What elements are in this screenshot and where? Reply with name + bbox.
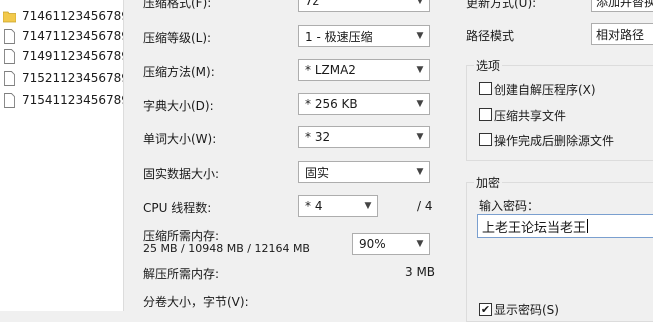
chevron-down-icon: ▼ — [416, 31, 424, 41]
file-list-item[interactable]: 71461123456789 — [3, 6, 124, 26]
text-caret — [587, 219, 589, 233]
word-size-label: 单词大小(W): — [143, 132, 217, 146]
encryption-title: 加密 — [474, 174, 503, 191]
chevron-down-icon: ▼ — [416, 99, 424, 109]
chevron-down-icon: ▼ — [416, 0, 424, 6]
file-name: 71541123456789 — [22, 93, 124, 107]
archive-format-label: 压缩格式(F): — [143, 0, 212, 10]
file-list-item[interactable]: 71491123456789 — [3, 46, 124, 66]
password-input[interactable]: 上老王论坛当老王 — [477, 214, 653, 238]
archive-format-select[interactable]: 7z ▼ — [298, 0, 430, 12]
sfx-label: 创建自解压程序(X) — [494, 83, 596, 97]
file-icon — [4, 92, 15, 108]
dictionary-size-label: 字典大小(D): — [143, 99, 214, 113]
memory-compress-detail: 25 MB / 10948 MB / 12164 MB — [143, 242, 310, 255]
path-mode-select[interactable]: 相对路径 — [591, 23, 653, 45]
cpu-threads-max: / 4 — [417, 199, 433, 213]
password-value: 上老王论坛当老王 — [482, 220, 587, 236]
chevron-down-icon: ▼ — [416, 239, 424, 249]
path-mode-label: 路径模式 — [466, 29, 515, 43]
chevron-down-icon: ▼ — [416, 132, 424, 142]
show-password-label: 显示密码(S) — [494, 303, 559, 317]
options-title: 选项 — [474, 57, 503, 74]
word-size-value: * 32 — [305, 130, 331, 144]
chevron-down-icon: ▼ — [364, 201, 372, 211]
update-mode-select[interactable]: 添加并替换 — [591, 0, 653, 12]
file-list-item[interactable]: 71521123456789 — [3, 68, 124, 88]
solid-block-size-select[interactable]: 固实 ▼ — [298, 161, 430, 183]
folder-icon — [3, 11, 16, 22]
cpu-threads-label: CPU 线程数: — [143, 201, 212, 215]
split-volume-label: 分卷大小，字节(V): — [143, 295, 249, 309]
chevron-down-icon: ▼ — [416, 167, 424, 177]
file-icon — [4, 48, 15, 64]
sfx-checkbox[interactable] — [479, 82, 492, 95]
memory-decompress-label: 解压所需内存: — [143, 267, 220, 281]
dictionary-size-value: * 256 KB — [305, 97, 358, 111]
path-mode-value: 相对路径 — [596, 27, 645, 42]
cpu-threads-value: * 4 — [305, 199, 323, 213]
memory-usage-value: 90% — [359, 237, 386, 251]
archive-format-value: 7z — [305, 0, 319, 8]
memory-decompress-value: 3 MB — [405, 265, 436, 279]
compression-level-label: 压缩等级(L): — [143, 31, 212, 45]
file-icon — [4, 70, 15, 86]
delete-after-checkbox[interactable] — [479, 133, 492, 146]
shared-files-label: 压缩共享文件 — [494, 109, 567, 123]
file-list-item[interactable]: 71541123456789 — [3, 90, 124, 110]
file-name: 71491123456789 — [22, 49, 124, 63]
file-list-item[interactable]: 71471123456789 — [3, 26, 124, 46]
update-mode-label: 更新方式(U): — [466, 0, 537, 10]
delete-after-label: 操作完成后删除源文件 — [494, 134, 615, 148]
solid-block-size-value: 固实 — [305, 165, 330, 180]
solid-block-size-label: 固实数据大小: — [143, 167, 220, 181]
compression-level-value: 1 - 极速压缩 — [305, 29, 373, 44]
dictionary-size-select[interactable]: * 256 KB ▼ — [298, 93, 430, 115]
compression-method-label: 压缩方法(M): — [143, 65, 215, 79]
password-label: 输入密码： — [479, 199, 540, 213]
memory-usage-select[interactable]: 90% ▼ — [352, 233, 430, 255]
compression-method-select[interactable]: * LZMA2 ▼ — [298, 59, 430, 81]
compression-level-select[interactable]: 1 - 极速压缩 ▼ — [298, 25, 430, 47]
file-name: 71521123456789 — [22, 71, 124, 85]
file-list[interactable]: 71461123456789 71471123456789 7149112345… — [0, 0, 124, 311]
cpu-threads-select[interactable]: * 4 ▼ — [298, 195, 378, 217]
shared-files-checkbox[interactable] — [479, 108, 492, 121]
word-size-select[interactable]: * 32 ▼ — [298, 126, 430, 148]
file-name: 71471123456789 — [22, 29, 124, 43]
file-icon — [4, 28, 15, 44]
update-mode-value: 添加并替换 — [596, 0, 653, 9]
file-name: 71461123456789 — [22, 9, 124, 23]
chevron-down-icon: ▼ — [416, 65, 424, 75]
compression-method-value: * LZMA2 — [305, 63, 356, 77]
show-password-checkbox[interactable]: ✔ — [479, 303, 492, 316]
